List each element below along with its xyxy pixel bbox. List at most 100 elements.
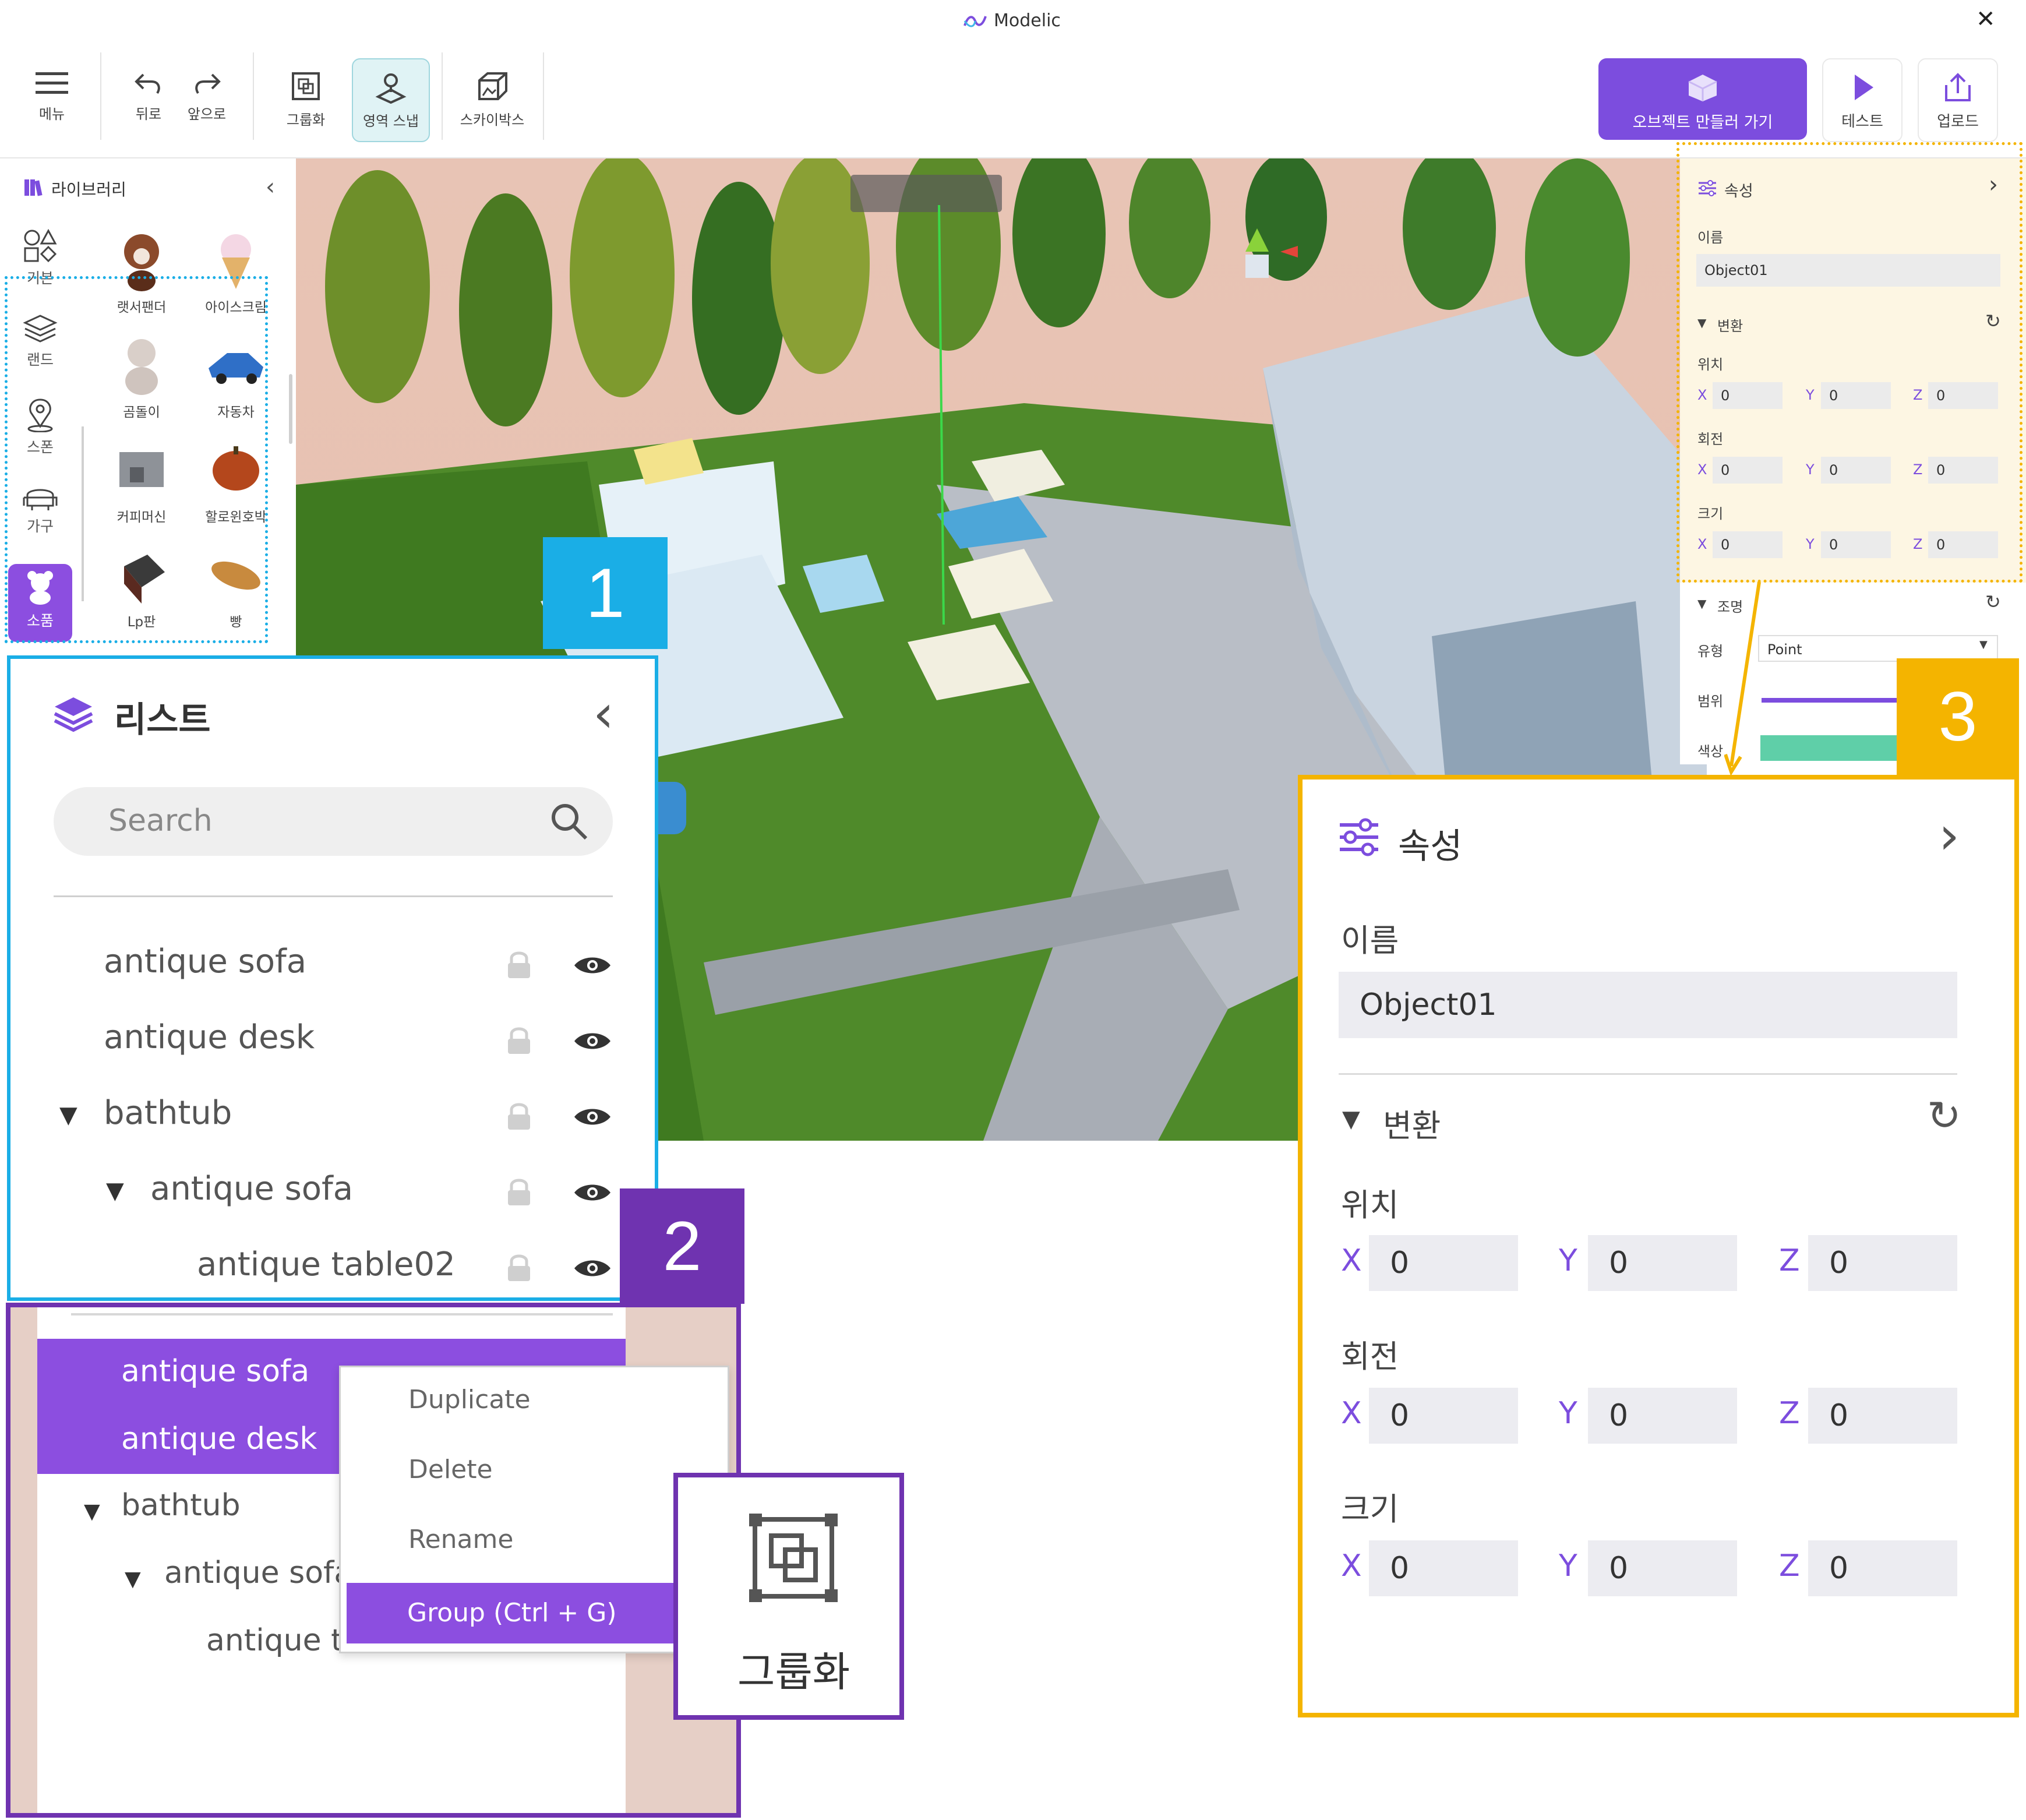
list-item[interactable]: antique desk: [104, 1003, 315, 1073]
close-icon[interactable]: ✕: [1976, 6, 1996, 33]
cube-icon: [1688, 75, 1717, 101]
axis-z-label: Z: [1779, 1549, 1800, 1583]
position-y-input[interactable]: 0: [1588, 1235, 1737, 1291]
expand-arrow-icon[interactable]: ▼: [106, 1177, 124, 1204]
collapse-list-icon[interactable]: ‹: [593, 683, 614, 745]
menu-item-rename[interactable]: Rename: [408, 1525, 513, 1554]
expand-arrow-icon[interactable]: ▼: [125, 1567, 141, 1591]
list-item-selected[interactable]: antique desk: [121, 1422, 317, 1456]
search-bar[interactable]: Search: [54, 787, 613, 856]
collapse-library-icon[interactable]: ‹: [266, 174, 275, 200]
group-button[interactable]: 그룹화: [268, 58, 344, 140]
library-highlight: [5, 276, 268, 643]
properties-panel-large: 속성 › 이름 Object01 ▼ 변환 ↻ 위치 X 0 Y 0 Z 0 회…: [1298, 775, 2019, 1717]
axis-x-label: X: [1341, 1396, 1362, 1431]
list-item[interactable]: antique sofa: [104, 927, 306, 997]
app-title: Modelic: [994, 10, 1061, 31]
test-label: 테스트: [1841, 113, 1883, 130]
toolbar-divider: [543, 52, 544, 140]
search-input[interactable]: Search: [108, 803, 213, 838]
make-object-button[interactable]: 오브젝트 만들러 가기: [1598, 58, 1807, 140]
reset-light-icon[interactable]: ↻: [1985, 591, 2001, 613]
hamburger-icon: [36, 72, 68, 94]
collapse-transform-icon[interactable]: ▼: [1342, 1106, 1360, 1133]
scale-x-input[interactable]: 0: [1369, 1540, 1518, 1596]
area-snap-button[interactable]: 영역 스냅: [352, 58, 430, 142]
lock-icon[interactable]: [506, 1253, 532, 1282]
callout-badge-2: 2: [620, 1188, 744, 1304]
layers-icon: [54, 697, 93, 732]
redo-label: 앞으로: [187, 106, 227, 122]
group-icon: [749, 1514, 838, 1602]
redo-icon: [195, 73, 221, 94]
list-item[interactable]: antique table02: [197, 1230, 456, 1300]
upload-button[interactable]: 업로드: [1918, 58, 1998, 142]
group-button-callout[interactable]: 그룹화: [673, 1473, 904, 1720]
expand-arrow-icon[interactable]: ▼: [84, 1500, 100, 1523]
expand-arrow-icon[interactable]: ▼: [59, 1102, 77, 1128]
light-type-label: 유형: [1697, 643, 1724, 659]
expand-properties-icon[interactable]: ›: [1939, 805, 1960, 866]
undo-icon: [135, 73, 160, 94]
menu-item-duplicate[interactable]: Duplicate: [408, 1385, 531, 1415]
menu-item-group-label: Group (Ctrl + G): [407, 1598, 617, 1628]
group-icon: [292, 72, 320, 100]
toolbar-divider: [100, 52, 101, 140]
callout-arrow: [1724, 581, 1761, 777]
redo-button[interactable]: 앞으로: [169, 58, 245, 140]
callout-badge-3: 3: [1897, 658, 2019, 775]
eye-icon[interactable]: [573, 1029, 612, 1053]
area-snap-label: 영역 스냅: [363, 113, 419, 129]
skybox-button[interactable]: 스카이박스: [454, 58, 530, 140]
lock-icon[interactable]: [506, 1102, 532, 1131]
upload-label: 업로드: [1937, 113, 1979, 130]
dropdown-arrow-icon[interactable]: ▼: [1979, 639, 1988, 651]
search-icon[interactable]: [549, 801, 590, 842]
menu-item-delete[interactable]: Delete: [408, 1455, 493, 1484]
toolbar-divider: [442, 52, 443, 140]
lock-icon[interactable]: [506, 1026, 532, 1055]
list-item[interactable]: bathtub: [104, 1078, 232, 1148]
library-scrollbar[interactable]: [289, 374, 292, 444]
position-z-input[interactable]: 0: [1808, 1235, 1957, 1291]
list-item[interactable]: bathtub: [121, 1488, 241, 1523]
axis-x-label: X: [1341, 1549, 1362, 1583]
play-icon: [1855, 75, 1873, 100]
light-color-label: 색상: [1697, 743, 1724, 760]
position-x-input[interactable]: 0: [1369, 1235, 1518, 1291]
properties-title: 속성: [1398, 826, 1463, 867]
list-item[interactable]: antique sofa: [164, 1556, 352, 1590]
library-icon: [24, 179, 43, 196]
name-input[interactable]: Object01: [1339, 972, 1957, 1038]
context-menu-callout: antique sofa antique desk ▼ bathtub ▼ an…: [6, 1303, 741, 1818]
collapse-light-icon[interactable]: ▼: [1697, 597, 1706, 611]
rotation-label: 회전: [1341, 1338, 1399, 1375]
eye-icon[interactable]: [573, 1257, 612, 1280]
properties-highlight: [1676, 142, 2023, 583]
rotation-y-input[interactable]: 0: [1588, 1388, 1737, 1444]
scale-z-input[interactable]: 0: [1808, 1540, 1957, 1596]
reset-icon[interactable]: ↻: [1927, 1092, 1961, 1140]
scale-y-input[interactable]: 0: [1588, 1540, 1737, 1596]
list-item-selected[interactable]: antique sofa: [121, 1354, 309, 1389]
eye-icon[interactable]: [573, 1181, 612, 1204]
eye-icon[interactable]: [573, 954, 612, 977]
title-bar: Modelic ✕: [0, 0, 2026, 44]
list-item[interactable]: antique sofa: [150, 1154, 353, 1224]
axis-y-label: Y: [1559, 1549, 1577, 1583]
modelic-logo-icon: [963, 16, 987, 27]
menu-item-group[interactable]: Group (Ctrl + G): [347, 1583, 719, 1643]
lock-icon[interactable]: [506, 1177, 532, 1207]
undo-label: 뒤로: [135, 106, 162, 122]
lock-icon[interactable]: [506, 950, 532, 979]
name-label: 이름: [1341, 922, 1399, 959]
menu-button[interactable]: 메뉴: [14, 58, 90, 140]
rotation-x-input[interactable]: 0: [1369, 1388, 1518, 1444]
test-button[interactable]: 테스트: [1822, 58, 1903, 142]
rotation-z-input[interactable]: 0: [1808, 1388, 1957, 1444]
position-label: 위치: [1341, 1187, 1399, 1223]
scale-label: 크기: [1341, 1491, 1399, 1528]
eye-icon[interactable]: [573, 1105, 612, 1128]
context-menu: Duplicate Delete Rename Group (Ctrl + G): [339, 1366, 729, 1653]
list-panel: 리스트 ‹ Search antique sofa antique desk b…: [7, 655, 658, 1301]
